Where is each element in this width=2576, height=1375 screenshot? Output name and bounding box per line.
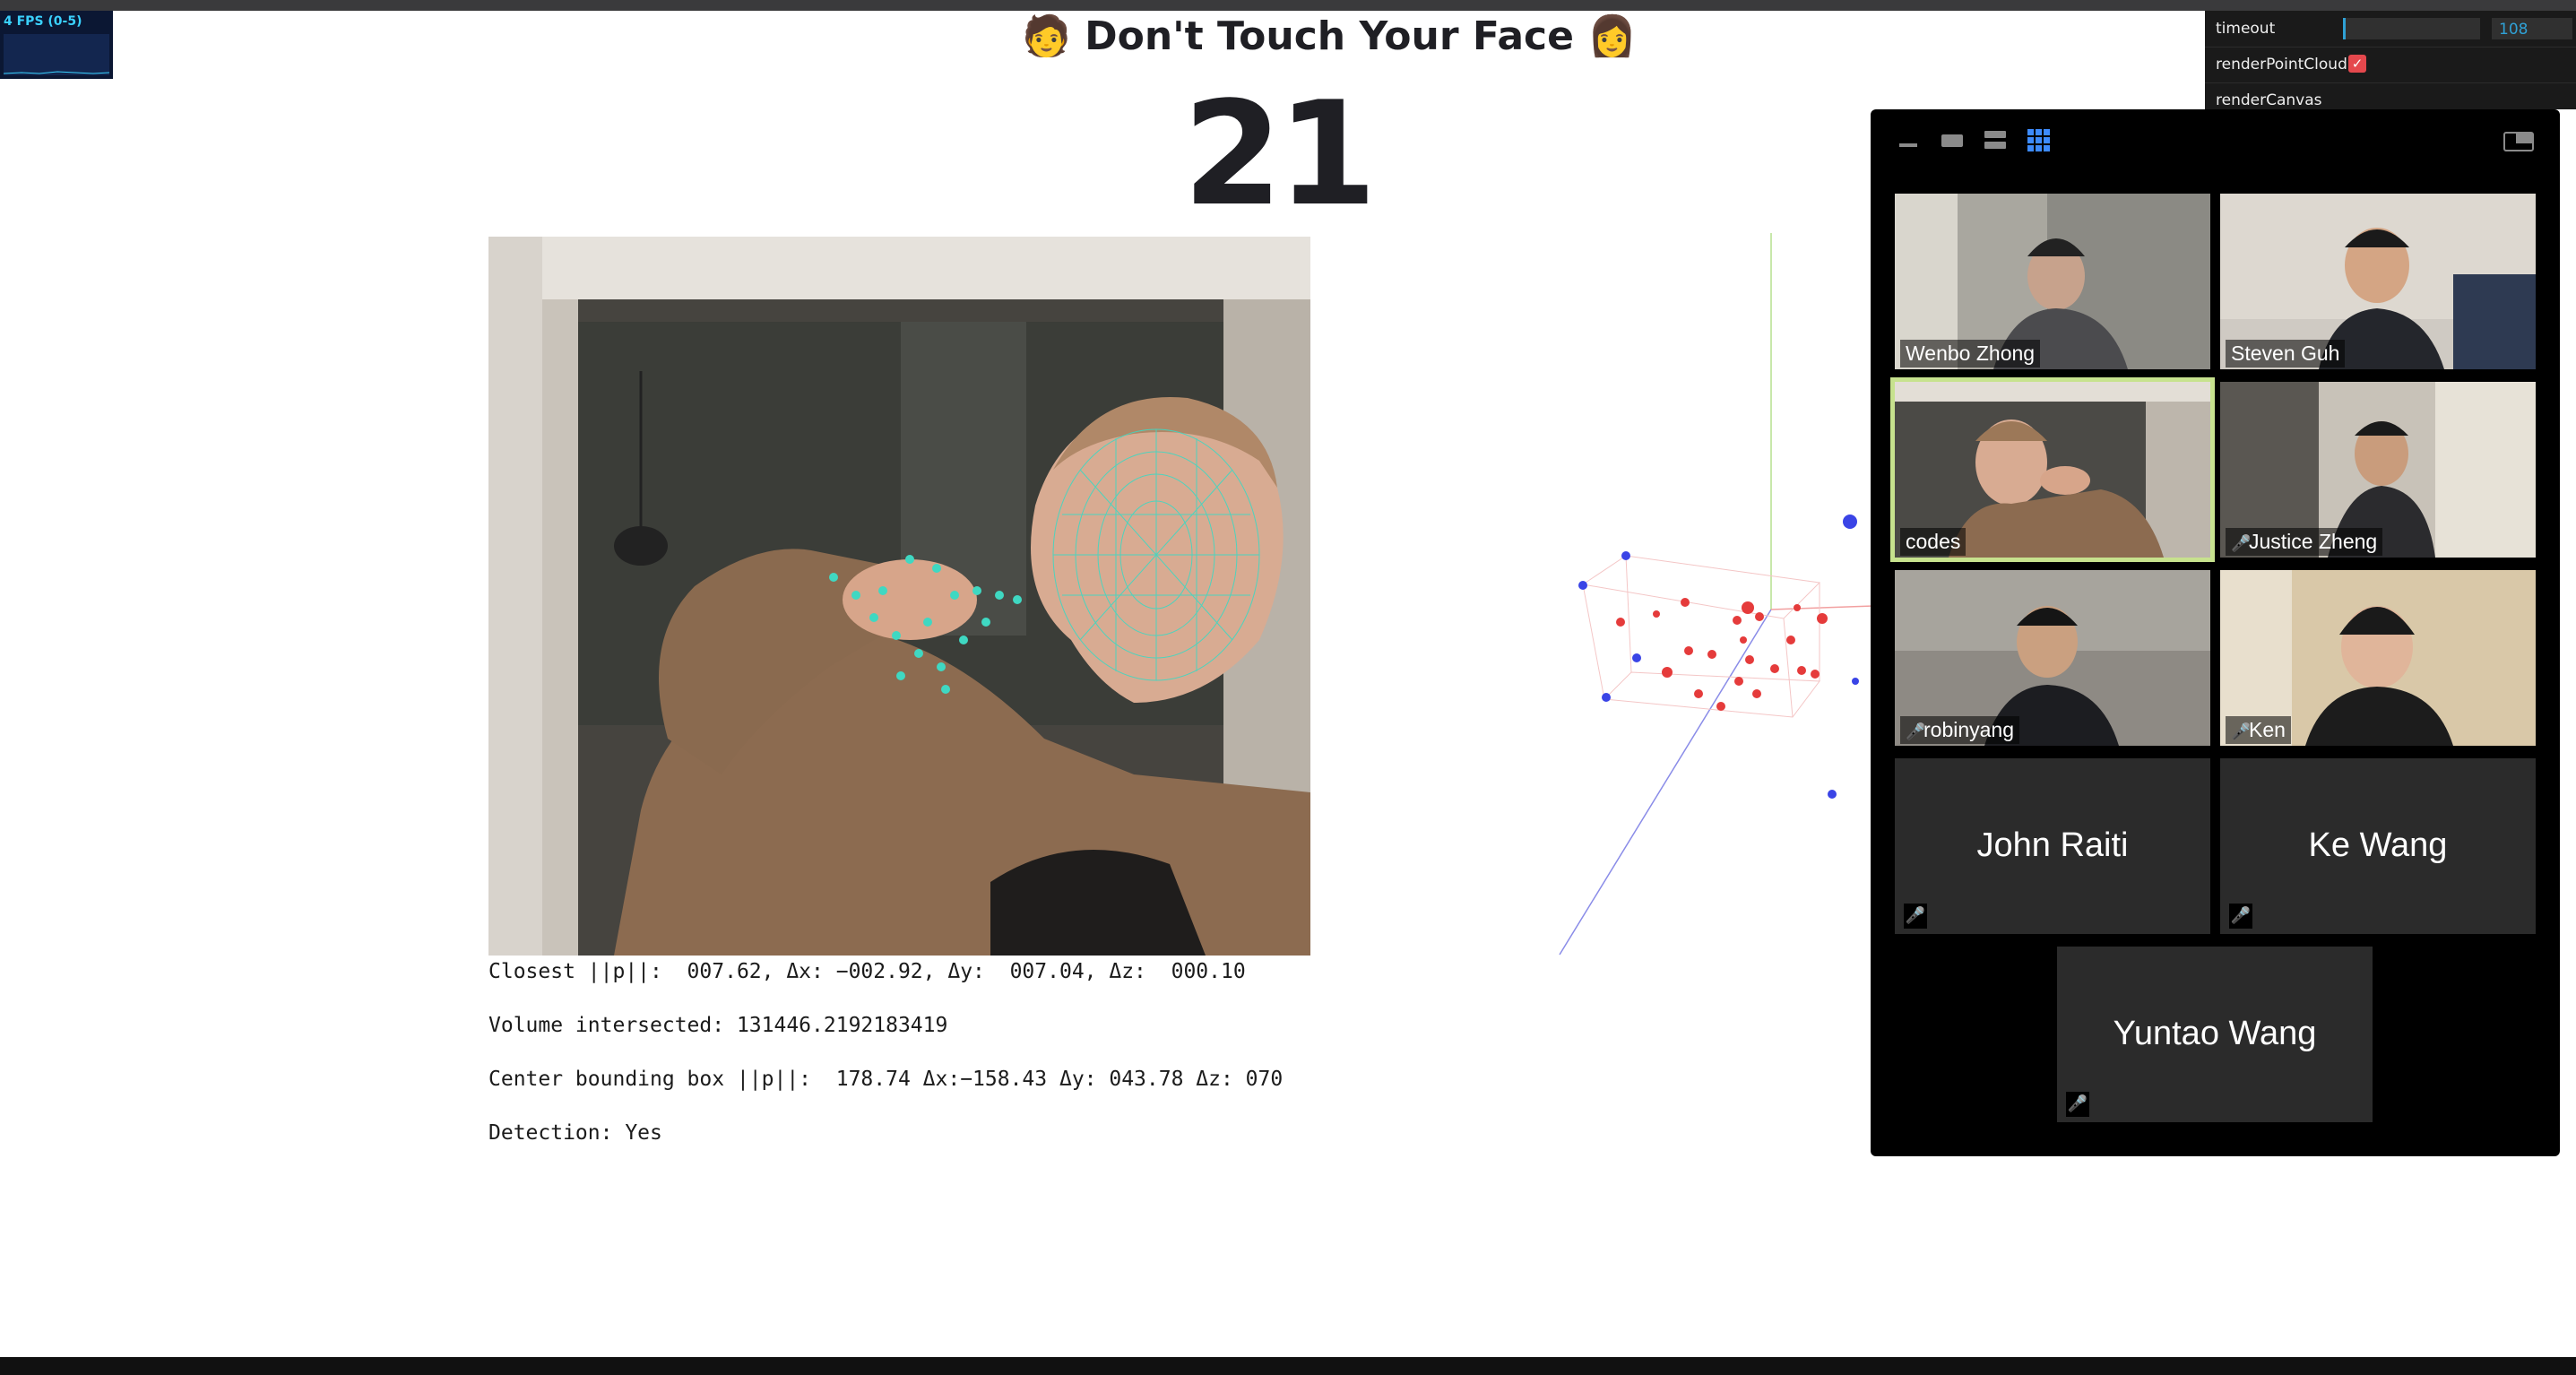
video-call-gallery-window: Wenbo Zhong Steven Guh codes 🎤Justice Zh… [1871, 109, 2560, 1156]
participant-name: 🎤robinyang [1900, 716, 2020, 744]
minimize-icon[interactable] [1897, 127, 1919, 154]
webcam-video [488, 237, 1310, 956]
muted-mic-icon: 🎤 [1906, 722, 1926, 741]
volume-intersected-readout: Volume intersected: 131446.2192183419 [488, 1014, 948, 1037]
participant-tile-john-raiti[interactable]: John Raiti 🎤 [1895, 758, 2210, 934]
participant-name: 🎤Justice Zheng [2226, 528, 2383, 556]
page-title: 🧑 Don't Touch Your Face 👩 [1022, 13, 1638, 59]
timeout-label: timeout [2216, 20, 2276, 38]
participant-name: 🎤Ken [2226, 716, 2291, 744]
fps-monitor[interactable]: 4 FPS (0-5) [0, 11, 113, 79]
participant-name: Steven Guh [2226, 340, 2346, 368]
exit-fullscreen-icon[interactable] [2503, 127, 2534, 154]
gui-row-timeout: timeout 108 [2205, 11, 2576, 48]
muted-mic-icon: 🎤 [2229, 904, 2252, 929]
gui-row-render-point-cloud: renderPointCloud ✓ [2205, 47, 2576, 83]
participant-name: John Raiti [1976, 826, 2129, 864]
participant-name-text: Ken [2249, 718, 2286, 741]
fps-label: 4 FPS (0-5) [4, 14, 82, 29]
participant-tile-robinyang[interactable]: 🎤robinyang [1895, 570, 2210, 746]
participant-name: Wenbo Zhong [1900, 340, 2041, 368]
detection-stats: Closest ||p||: 007.62, Δx: −002.92, Δy: … [488, 957, 1283, 1172]
closest-point-readout: Closest ||p||: 007.62, Δx: −002.92, Δy: … [488, 960, 1246, 983]
participant-name: Ke Wang [2308, 826, 2448, 864]
touch-counter: 21 [1182, 70, 1378, 238]
participant-tile-codes-active-speaker[interactable]: codes [1890, 377, 2215, 562]
muted-mic-icon: 🎤 [1904, 904, 1927, 929]
detection-status: Detection: Yes [488, 1121, 662, 1145]
participant-name: Yuntao Wang [2113, 1015, 2317, 1052]
speaker-view-icon[interactable] [1941, 127, 1964, 154]
participant-name: codes [1900, 528, 1967, 556]
participant-tile-yuntao-wang[interactable]: Yuntao Wang 🎤 [2057, 947, 2373, 1122]
muted-mic-icon: 🎤 [2231, 722, 2252, 741]
strip-view-icon[interactable] [1984, 127, 2007, 154]
muted-mic-icon: 🎤 [2231, 534, 2252, 553]
participant-name-text: Justice Zheng [2249, 530, 2378, 553]
center-bounding-box-readout: Center bounding box ||p||: 178.74 Δx:−15… [488, 1068, 1284, 1091]
gui-row-render-canvas: renderCanvas [2205, 82, 2576, 109]
muted-mic-icon: 🎤 [2066, 1092, 2089, 1117]
point-cloud-3d-view[interactable] [1524, 233, 1901, 968]
participant-tile-justice-zheng[interactable]: 🎤Justice Zheng [2220, 382, 2536, 558]
participant-name-text: robinyang [1923, 718, 2015, 741]
fps-graph [3, 34, 110, 75]
settings-gui-panel: timeout 108 renderPointCloud ✓ renderCan… [2205, 11, 2576, 109]
gallery-view-icon[interactable] [2027, 127, 2052, 154]
bottom-bar [0, 1357, 2576, 1375]
participant-tile-steven-guh[interactable]: Steven Guh [2220, 194, 2536, 369]
participant-tile-ken[interactable]: 🎤Ken [2220, 570, 2536, 746]
render-point-cloud-label: renderPointCloud [2216, 56, 2347, 74]
participant-tile-ke-wang[interactable]: Ke Wang 🎤 [2220, 758, 2536, 934]
render-point-cloud-checkbox[interactable]: ✓ [2348, 55, 2366, 73]
browser-top-strip [0, 0, 2576, 11]
participant-tile-wenbo-zhong[interactable]: Wenbo Zhong [1895, 194, 2210, 369]
render-canvas-label: renderCanvas [2216, 91, 2322, 109]
timeout-slider[interactable] [2343, 18, 2480, 39]
timeout-value-field[interactable]: 108 [2492, 18, 2572, 39]
